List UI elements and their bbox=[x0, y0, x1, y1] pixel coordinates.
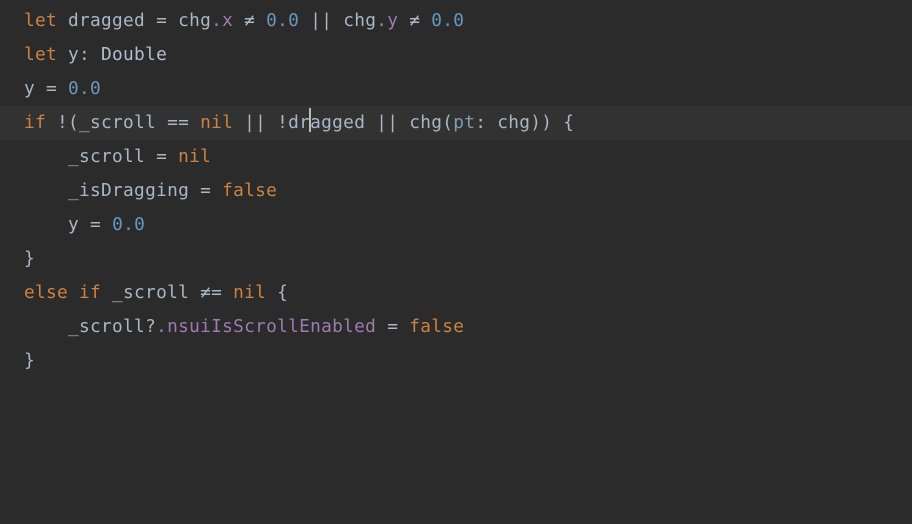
code-token: } bbox=[24, 350, 35, 371]
code-token: 0.0 bbox=[112, 214, 145, 235]
code-token bbox=[420, 10, 431, 31]
code-line[interactable]: } bbox=[24, 242, 912, 276]
code-line[interactable]: if !(_scroll == nil || !dragged || chg(p… bbox=[0, 106, 912, 140]
code-editor[interactable]: let dragged = chg.x ≠ 0.0 || chg.y ≠ 0.0… bbox=[0, 0, 912, 378]
code-token: ≠ bbox=[244, 10, 255, 31]
code-token: 0.0 bbox=[431, 10, 464, 31]
code-token: .y bbox=[376, 10, 398, 31]
code-token: { bbox=[266, 282, 288, 303]
code-token bbox=[189, 112, 200, 133]
code-token bbox=[398, 10, 409, 31]
code-token: !(_scroll bbox=[57, 112, 167, 133]
code-token: _scroll bbox=[112, 282, 200, 303]
code-line[interactable]: _scroll = nil bbox=[24, 140, 912, 174]
code-line[interactable]: } bbox=[24, 344, 912, 378]
code-token: else if bbox=[24, 282, 112, 303]
code-token bbox=[222, 282, 233, 303]
code-token: Double bbox=[101, 44, 167, 65]
code-token: : chg)) { bbox=[475, 112, 574, 133]
code-line[interactable]: y = 0.0 bbox=[24, 208, 912, 242]
code-token: let bbox=[24, 10, 68, 31]
code-token: .x bbox=[211, 10, 233, 31]
code-token: ≠= bbox=[200, 282, 222, 303]
code-token: nil bbox=[200, 112, 233, 133]
code-token: if bbox=[24, 112, 57, 133]
code-token: false bbox=[409, 316, 464, 337]
code-token bbox=[233, 10, 244, 31]
code-line[interactable]: y = 0.0 bbox=[24, 72, 912, 106]
code-token: 0.0 bbox=[68, 78, 101, 99]
code-line[interactable]: let dragged = chg.x ≠ 0.0 || chg.y ≠ 0.0 bbox=[24, 4, 912, 38]
code-token: ≠ bbox=[409, 10, 420, 31]
code-line[interactable]: else if _scroll ≠= nil { bbox=[24, 276, 912, 310]
code-line[interactable]: _isDragging = false bbox=[24, 174, 912, 208]
code-token: == bbox=[167, 112, 189, 133]
code-line[interactable]: _scroll?.nsuiIsScrollEnabled = false bbox=[24, 310, 912, 344]
code-token: _scroll? bbox=[68, 316, 156, 337]
code-token: dragged = chg bbox=[68, 10, 211, 31]
code-token: pt bbox=[453, 112, 475, 133]
code-token: _isDragging = bbox=[68, 180, 222, 201]
code-token: false bbox=[222, 180, 277, 201]
code-token bbox=[255, 10, 266, 31]
code-token: } bbox=[24, 248, 35, 269]
code-token: || chg bbox=[299, 10, 376, 31]
code-token: nil bbox=[178, 146, 211, 167]
code-token: nil bbox=[233, 282, 266, 303]
code-token: y: bbox=[68, 44, 101, 65]
code-token: y = bbox=[68, 214, 112, 235]
code-token: let bbox=[24, 44, 68, 65]
code-token: || !dr bbox=[233, 112, 310, 133]
code-token: .nsuiIsScrollEnabled bbox=[156, 316, 376, 337]
code-token: = bbox=[376, 316, 409, 337]
code-token: _scroll = bbox=[68, 146, 178, 167]
code-token: y = bbox=[24, 78, 68, 99]
code-token: 0.0 bbox=[266, 10, 299, 31]
code-line[interactable]: let y: Double bbox=[24, 38, 912, 72]
code-token: agged || chg( bbox=[310, 112, 453, 133]
